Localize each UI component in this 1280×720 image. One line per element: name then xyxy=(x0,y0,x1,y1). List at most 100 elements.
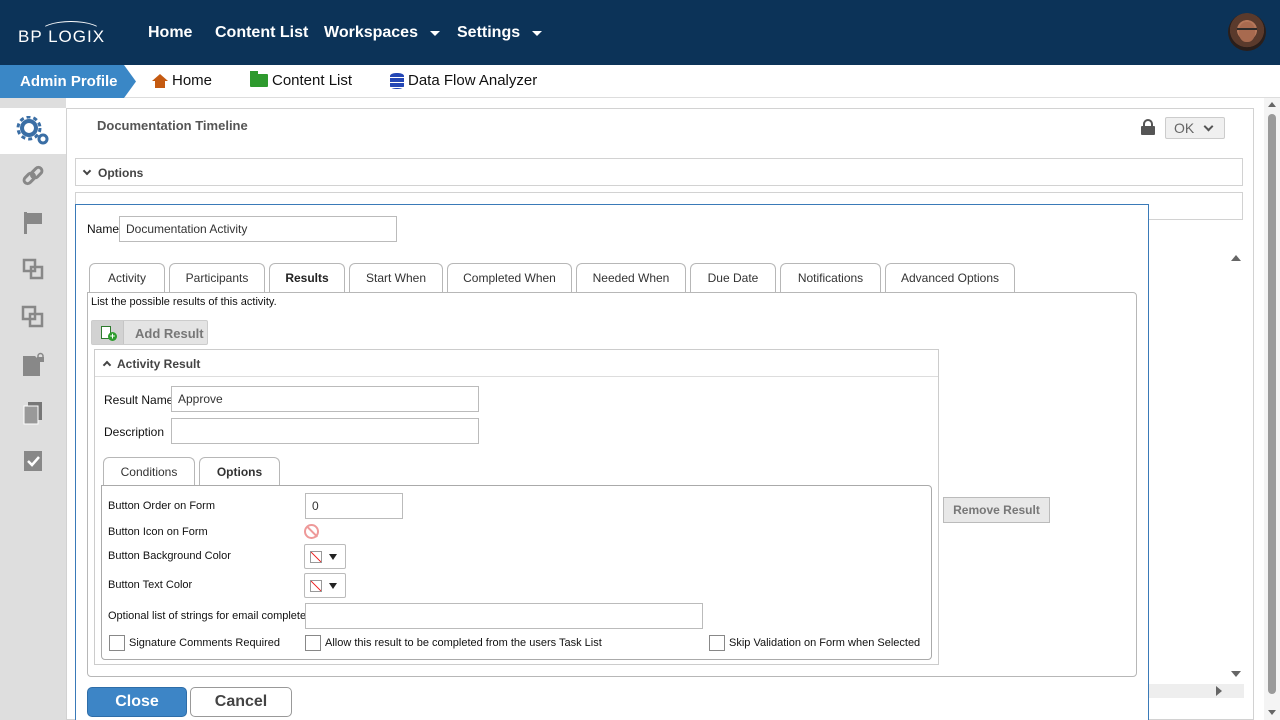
ok-button-label: OK xyxy=(1174,120,1195,136)
remove-result-button[interactable]: Remove Result xyxy=(943,497,1050,523)
cancel-button[interactable]: Cancel xyxy=(190,687,292,717)
tab-result-options[interactable]: Options xyxy=(199,457,280,486)
tab-participants[interactable]: Participants xyxy=(169,263,265,292)
background-color-picker[interactable] xyxy=(304,544,346,569)
tab-completed-when[interactable]: Completed When xyxy=(447,263,572,292)
documents-icon xyxy=(23,402,42,425)
tab-activity[interactable]: Activity xyxy=(89,263,165,292)
nav-settings[interactable]: Settings xyxy=(457,24,543,42)
top-navbar: BP LOGIX Home Content List Workspaces Se… xyxy=(0,0,1280,65)
nav-home-label: Home xyxy=(148,24,193,41)
no-color-swatch-icon xyxy=(310,580,322,592)
nav-content-list[interactable]: Content List xyxy=(215,24,308,42)
email-strings-label: Optional list of strings for email compl… xyxy=(108,610,307,622)
tab-needed-when[interactable]: Needed When xyxy=(576,263,686,292)
allow-tasklist-label: Allow this result to be completed from t… xyxy=(325,637,602,649)
flag-icon xyxy=(24,212,42,234)
button-text-color-label: Button Text Color xyxy=(108,579,193,591)
chevron-up-icon xyxy=(102,360,112,370)
options-section-label: Options xyxy=(98,166,144,180)
activity-result-header[interactable]: Activity Result xyxy=(95,350,938,377)
no-icon-icon[interactable] xyxy=(304,524,319,539)
crumb-data-flow-analyzer[interactable]: Data Flow Analyzer xyxy=(390,72,537,89)
signature-comments-checkbox[interactable] xyxy=(109,635,125,651)
description-label: Description xyxy=(104,425,165,439)
text-color-picker[interactable] xyxy=(304,573,346,598)
nav-workspaces[interactable]: Workspaces xyxy=(324,24,440,42)
link-icon xyxy=(22,165,44,186)
scroll-down-arrow-icon[interactable] xyxy=(1268,710,1276,715)
button-order-label: Button Order on Form xyxy=(108,500,215,512)
page-title: Documentation Timeline xyxy=(97,118,248,133)
sidebar-item-links[interactable] xyxy=(0,154,66,200)
result-name-input[interactable] xyxy=(171,386,479,412)
crumb-content-list[interactable]: Content List xyxy=(250,71,352,89)
scroll-up-arrow-icon[interactable] xyxy=(1268,102,1276,107)
locked-doc-icon xyxy=(23,352,44,376)
sidebar-item-frames[interactable] xyxy=(0,246,66,292)
crumb-home[interactable]: Home xyxy=(152,72,212,89)
tab-conditions[interactable]: Conditions xyxy=(103,457,195,486)
activity-result-title: Activity Result xyxy=(117,357,201,371)
tab-due-date[interactable]: Due Date xyxy=(690,263,776,292)
sidebar-item-locked-docs[interactable] xyxy=(0,342,66,388)
admin-profile-crumb[interactable]: Admin Profile xyxy=(0,65,136,98)
user-avatar[interactable] xyxy=(1228,13,1266,51)
add-result-label: Add Result xyxy=(135,326,204,341)
sidebar-item-overlap[interactable] xyxy=(0,294,66,340)
sidebar-item-checklist[interactable] xyxy=(0,438,66,484)
button-order-input[interactable] xyxy=(305,493,403,519)
scroll-up-arrow-icon[interactable] xyxy=(1231,255,1241,261)
lock-body xyxy=(1141,126,1155,135)
tab-results[interactable]: Results xyxy=(269,263,345,293)
button-icon-label: Button Icon on Form xyxy=(108,526,208,538)
chevron-down-icon xyxy=(532,30,543,36)
horizontal-scrollbar[interactable] xyxy=(1148,684,1244,698)
email-strings-input[interactable] xyxy=(305,603,703,629)
description-input[interactable] xyxy=(171,418,479,444)
tab-advanced-options[interactable]: Advanced Options xyxy=(885,263,1015,292)
bp-logix-logo[interactable]: BP LOGIX xyxy=(18,18,108,48)
overlap-icon xyxy=(21,305,44,328)
result-options-panel xyxy=(101,485,932,660)
activity-name-input[interactable] xyxy=(119,216,397,242)
scroll-down-arrow-icon[interactable] xyxy=(1231,671,1241,677)
nav-content-list-label: Content List xyxy=(215,24,309,41)
add-result-button[interactable]: + Add Result xyxy=(91,320,208,345)
tab-notifications[interactable]: Notifications xyxy=(780,263,881,292)
close-button[interactable]: Close xyxy=(87,687,187,717)
scrollbar-thumb[interactable] xyxy=(1268,114,1276,694)
breadcrumb-bar: Admin Profile Home Content List Data Flo… xyxy=(0,65,1280,98)
folder-icon xyxy=(250,71,268,87)
page-vertical-scrollbar[interactable] xyxy=(1264,98,1280,720)
dropdown-arrow-icon xyxy=(329,583,337,589)
sidebar-item-flags[interactable] xyxy=(0,200,66,246)
crumb-home-label: Home xyxy=(172,72,213,89)
result-name-label: Result Name xyxy=(104,393,174,407)
database-icon xyxy=(390,72,404,89)
plus-badge: + xyxy=(108,331,117,341)
signature-comments-label: Signature Comments Required xyxy=(129,637,281,649)
crumb-dfa-label: Data Flow Analyzer xyxy=(408,72,538,89)
dropdown-arrow-icon xyxy=(329,554,337,560)
gear-icon xyxy=(16,116,49,145)
sidebar-item-documents[interactable] xyxy=(0,390,66,436)
allow-tasklist-checkbox[interactable] xyxy=(305,635,321,651)
button-background-label: Button Background Color xyxy=(108,550,231,562)
checked-doc-icon xyxy=(24,451,42,471)
scroll-right-arrow-icon[interactable] xyxy=(1216,686,1222,696)
skip-validation-checkbox[interactable] xyxy=(709,635,725,651)
ok-button[interactable]: OK xyxy=(1165,117,1225,139)
add-page-icon: + xyxy=(92,321,124,344)
logo-text: BP LOGIX xyxy=(18,27,106,46)
left-sidebar xyxy=(0,98,66,720)
avatar-face xyxy=(1239,22,1255,42)
tab-start-when[interactable]: Start When xyxy=(349,263,443,292)
nav-home[interactable]: Home xyxy=(148,24,192,42)
lock-icon[interactable] xyxy=(1141,119,1155,135)
options-section-header[interactable]: Options xyxy=(75,158,1243,186)
skip-validation-label: Skip Validation on Form when Selected xyxy=(729,637,921,649)
sidebar-item-settings[interactable] xyxy=(0,108,66,154)
chevron-down-icon xyxy=(429,30,440,36)
chevron-down-icon xyxy=(1203,121,1214,132)
